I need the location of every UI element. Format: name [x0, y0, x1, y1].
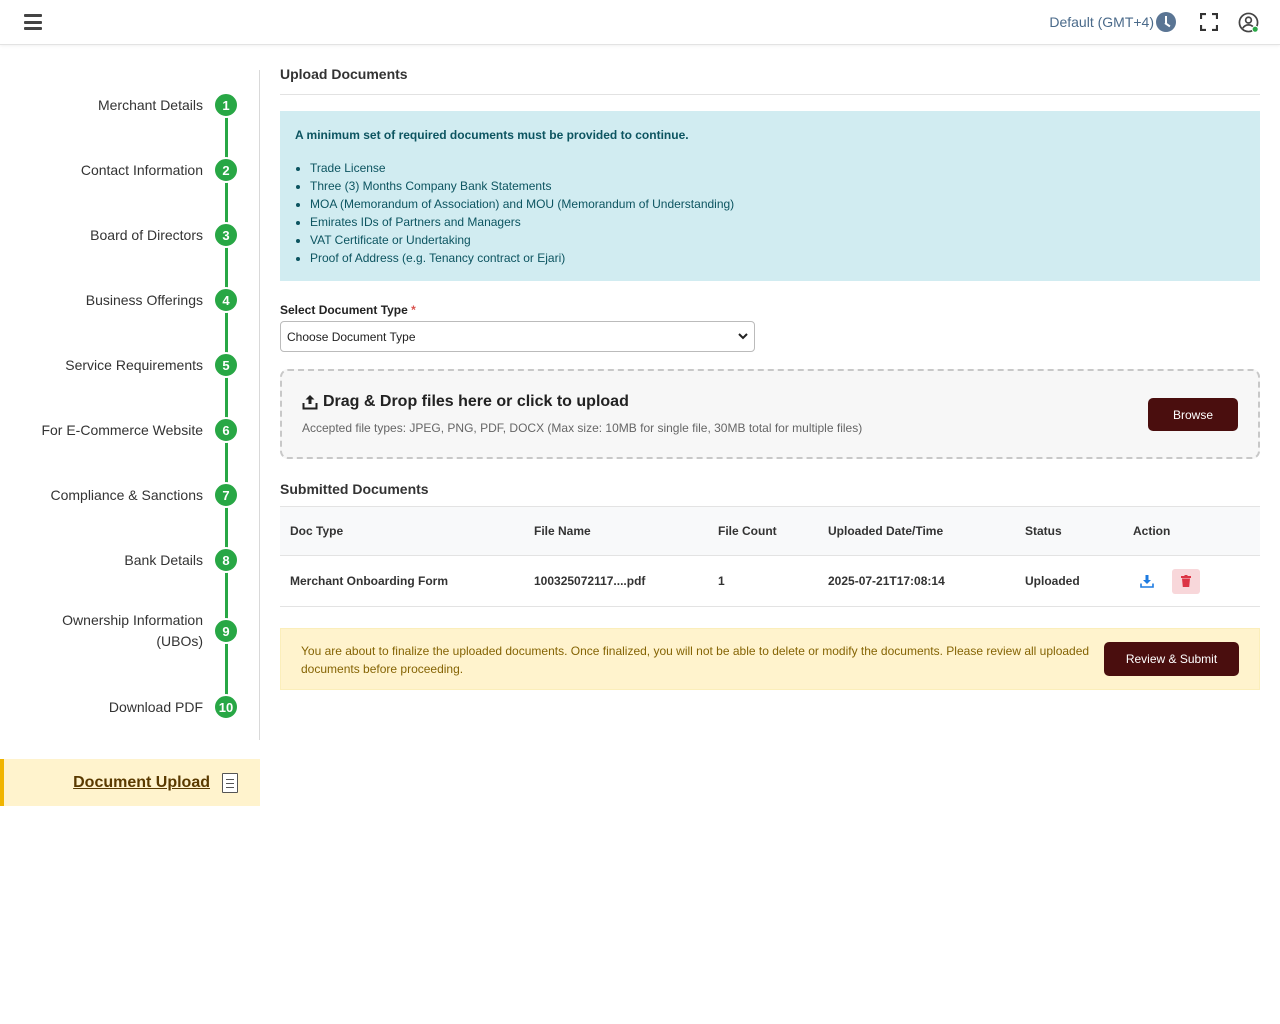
page-title: Upload Documents [280, 60, 1260, 95]
timezone-selector[interactable]: Default (GMT+4) [1049, 12, 1176, 32]
list-item: Three (3) Months Company Bank Statements [310, 177, 1245, 195]
step-label: Bank Details [124, 551, 203, 568]
file-dropzone[interactable]: Drag & Drop files here or click to uploa… [280, 369, 1260, 459]
clock-icon [1156, 12, 1176, 32]
step-label: Business Offerings [85, 291, 203, 308]
step-label: Download PDF [108, 698, 203, 715]
step-label: Service Requirements [65, 356, 203, 373]
upload-icon [302, 395, 318, 410]
step-number: 10 [213, 694, 239, 720]
list-item: Proof of Address (e.g. Tenancy contract … [310, 249, 1245, 267]
top-bar: Default (GMT+4) [0, 0, 1280, 45]
cell-status: Uploaded [1025, 574, 1080, 588]
step-number: 6 [213, 417, 239, 443]
step-label: Ownership Information (UBOs) [62, 610, 203, 652]
browse-button[interactable]: Browse [1148, 398, 1238, 431]
step-label: Board of Directors [90, 226, 203, 243]
step-number: 1 [213, 92, 239, 118]
finalize-warning: You are about to finalize the uploaded d… [280, 628, 1260, 690]
column-header: File Name [534, 524, 591, 538]
required-documents-list: Trade License Three (3) Months Company B… [295, 159, 1245, 267]
sidebar-item-document-upload[interactable]: Document Upload [0, 759, 260, 806]
chevron-down-icon [738, 333, 748, 340]
required-documents-info: A minimum set of required documents must… [280, 111, 1260, 281]
list-item: Trade License [310, 159, 1245, 177]
step-merchant-details[interactable]: Merchant Details 1 [98, 92, 239, 118]
column-header: Uploaded Date/Time [828, 524, 944, 538]
step-business-offerings[interactable]: Business Offerings 4 [86, 287, 239, 313]
cell-doc-type: Merchant Onboarding Form [290, 574, 449, 588]
document-icon [222, 772, 238, 793]
step-ecommerce-website[interactable]: For E-Commerce Website 6 [41, 417, 239, 443]
step-compliance-sanctions[interactable]: Compliance & Sanctions 7 [50, 482, 239, 508]
trash-icon [1181, 575, 1191, 587]
submitted-documents-title: Submitted Documents [280, 481, 429, 497]
step-board-of-directors[interactable]: Board of Directors 3 [90, 222, 239, 248]
cell-file-name: 100325072117....pdf [534, 574, 646, 588]
submitted-documents-table: Doc Type File Name File Count Uploaded D… [280, 506, 1260, 607]
user-account-icon[interactable] [1238, 12, 1259, 33]
timezone-label: Default (GMT+4) [1049, 14, 1154, 30]
required-mark: * [411, 303, 416, 317]
review-submit-button[interactable]: Review & Submit [1104, 642, 1239, 676]
step-number: 7 [213, 482, 239, 508]
cell-uploaded: 2025-07-21T17:08:14 [828, 574, 945, 588]
column-header: Status [1025, 524, 1062, 538]
step-service-requirements[interactable]: Service Requirements 5 [65, 352, 239, 378]
download-icon[interactable] [1140, 574, 1154, 588]
step-label-line1: Ownership Information [62, 612, 203, 628]
step-label: Contact Information [80, 161, 203, 178]
delete-button[interactable] [1172, 568, 1200, 594]
info-title: A minimum set of required documents must… [295, 128, 689, 142]
step-number: 3 [213, 222, 239, 248]
cell-actions [1133, 568, 1260, 594]
step-number: 9 [213, 618, 239, 644]
document-upload-label: Document Upload [73, 773, 210, 791]
stepper-sidebar: Merchant Details 1 Contact Information 2… [0, 70, 260, 740]
step-ownership-information[interactable]: Ownership Information (UBOs) 9 [62, 610, 239, 652]
document-type-label: Select Document Type * [280, 303, 1260, 317]
fullscreen-icon[interactable] [1200, 13, 1218, 31]
select-value: Choose Document Type [287, 329, 416, 344]
step-label: Compliance & Sanctions [50, 486, 203, 503]
step-number: 8 [213, 547, 239, 573]
dropzone-subtitle: Accepted file types: JPEG, PNG, PDF, DOC… [302, 421, 863, 435]
table-header: Doc Type File Name File Count Uploaded D… [280, 507, 1260, 556]
label-text: Select Document Type [280, 303, 408, 317]
column-header: Doc Type [290, 524, 344, 538]
step-number: 2 [213, 157, 239, 183]
step-label: Merchant Details [97, 96, 203, 113]
hamburger-menu-icon[interactable] [24, 14, 42, 30]
main-content: Upload Documents A minimum set of requir… [280, 60, 1260, 690]
warning-text: You are about to finalize the uploaded d… [301, 644, 1090, 676]
document-type-select[interactable]: Choose Document Type [280, 321, 755, 352]
step-number: 4 [213, 287, 239, 313]
step-number: 5 [213, 352, 239, 378]
step-label: For E-Commerce Website [41, 421, 203, 438]
column-header: File Count [718, 524, 777, 538]
list-item: Emirates IDs of Partners and Managers [310, 213, 1245, 231]
step-contact-information[interactable]: Contact Information 2 [81, 157, 239, 183]
list-item: VAT Certificate or Undertaking [310, 231, 1245, 249]
column-header: Action [1133, 524, 1171, 538]
step-download-pdf[interactable]: Download PDF 10 [109, 694, 239, 720]
step-label-line2: (UBOs) [156, 633, 203, 649]
cell-file-count: 1 [718, 574, 725, 588]
step-bank-details[interactable]: Bank Details 8 [124, 547, 239, 573]
dropzone-title: Drag & Drop files here or click to uploa… [302, 393, 629, 411]
list-item: MOA (Memorandum of Association) and MOU … [310, 195, 1245, 213]
table-row: Merchant Onboarding Form 100325072117...… [280, 556, 1260, 607]
dropzone-title-text: Drag & Drop files here or click to uploa… [323, 393, 629, 410]
